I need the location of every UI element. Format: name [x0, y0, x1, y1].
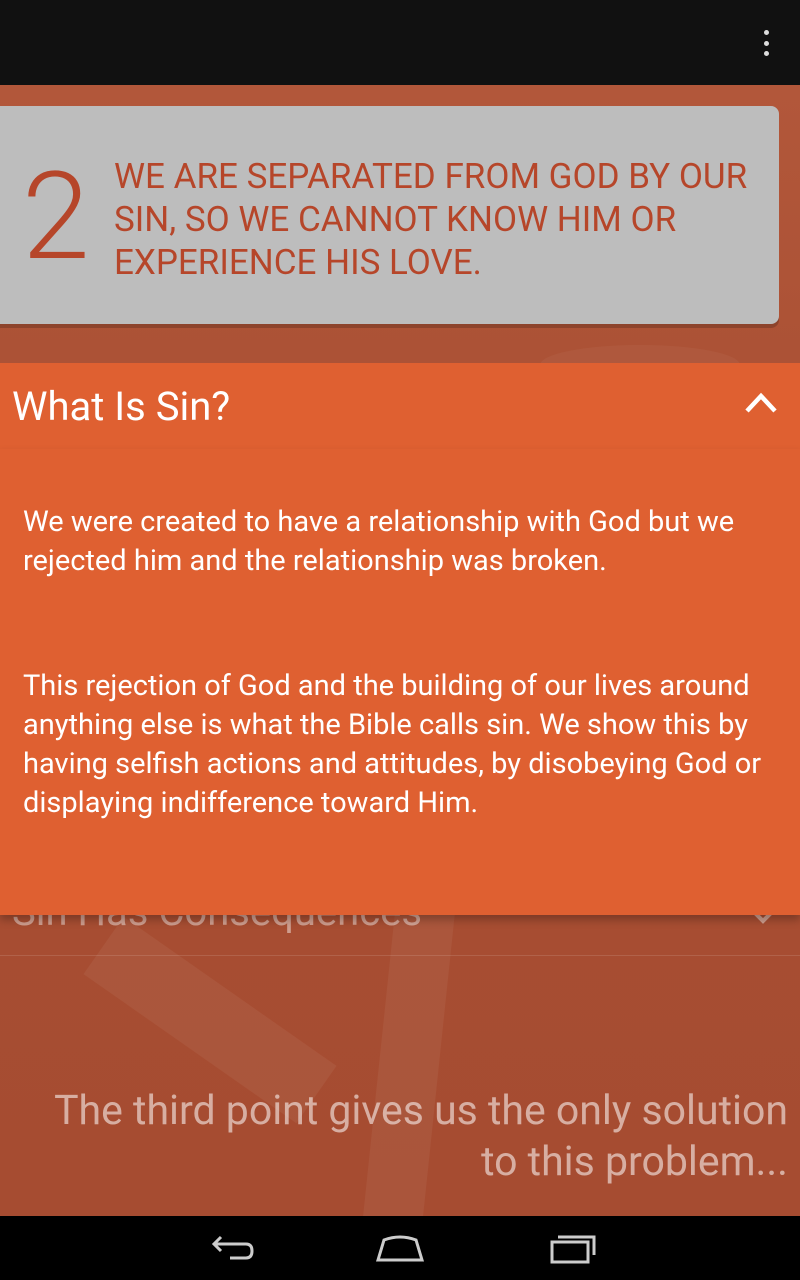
accordion-item-what-is-sin[interactable]: What Is Sin? [0, 363, 800, 449]
content-area: 2 WE ARE SEPARATED FROM GOD BY OUR SIN, … [0, 85, 800, 1216]
navigation-bar [0, 1216, 800, 1280]
recent-apps-icon[interactable] [546, 1230, 598, 1266]
next-point-teaser: The third point gives us the only soluti… [54, 1087, 788, 1186]
accordion-item-title: What Is Sin? [12, 383, 231, 430]
body-paragraph: We were created to have a relationship w… [23, 505, 735, 578]
point-number: 2 [22, 145, 90, 288]
overflow-menu-icon[interactable] [758, 30, 774, 56]
accordion-item-body: We were created to have a relationship w… [0, 449, 800, 915]
chevron-up-icon[interactable] [744, 391, 778, 415]
status-bar [0, 0, 800, 85]
back-icon[interactable] [204, 1230, 256, 1266]
home-icon[interactable] [374, 1230, 426, 1266]
point-text: WE ARE SEPARATED FROM GOD BY OUR SIN, SO… [114, 156, 748, 283]
point-card: 2 WE ARE SEPARATED FROM GOD BY OUR SIN, … [0, 106, 779, 324]
body-paragraph: This rejection of God and the building o… [23, 669, 762, 820]
